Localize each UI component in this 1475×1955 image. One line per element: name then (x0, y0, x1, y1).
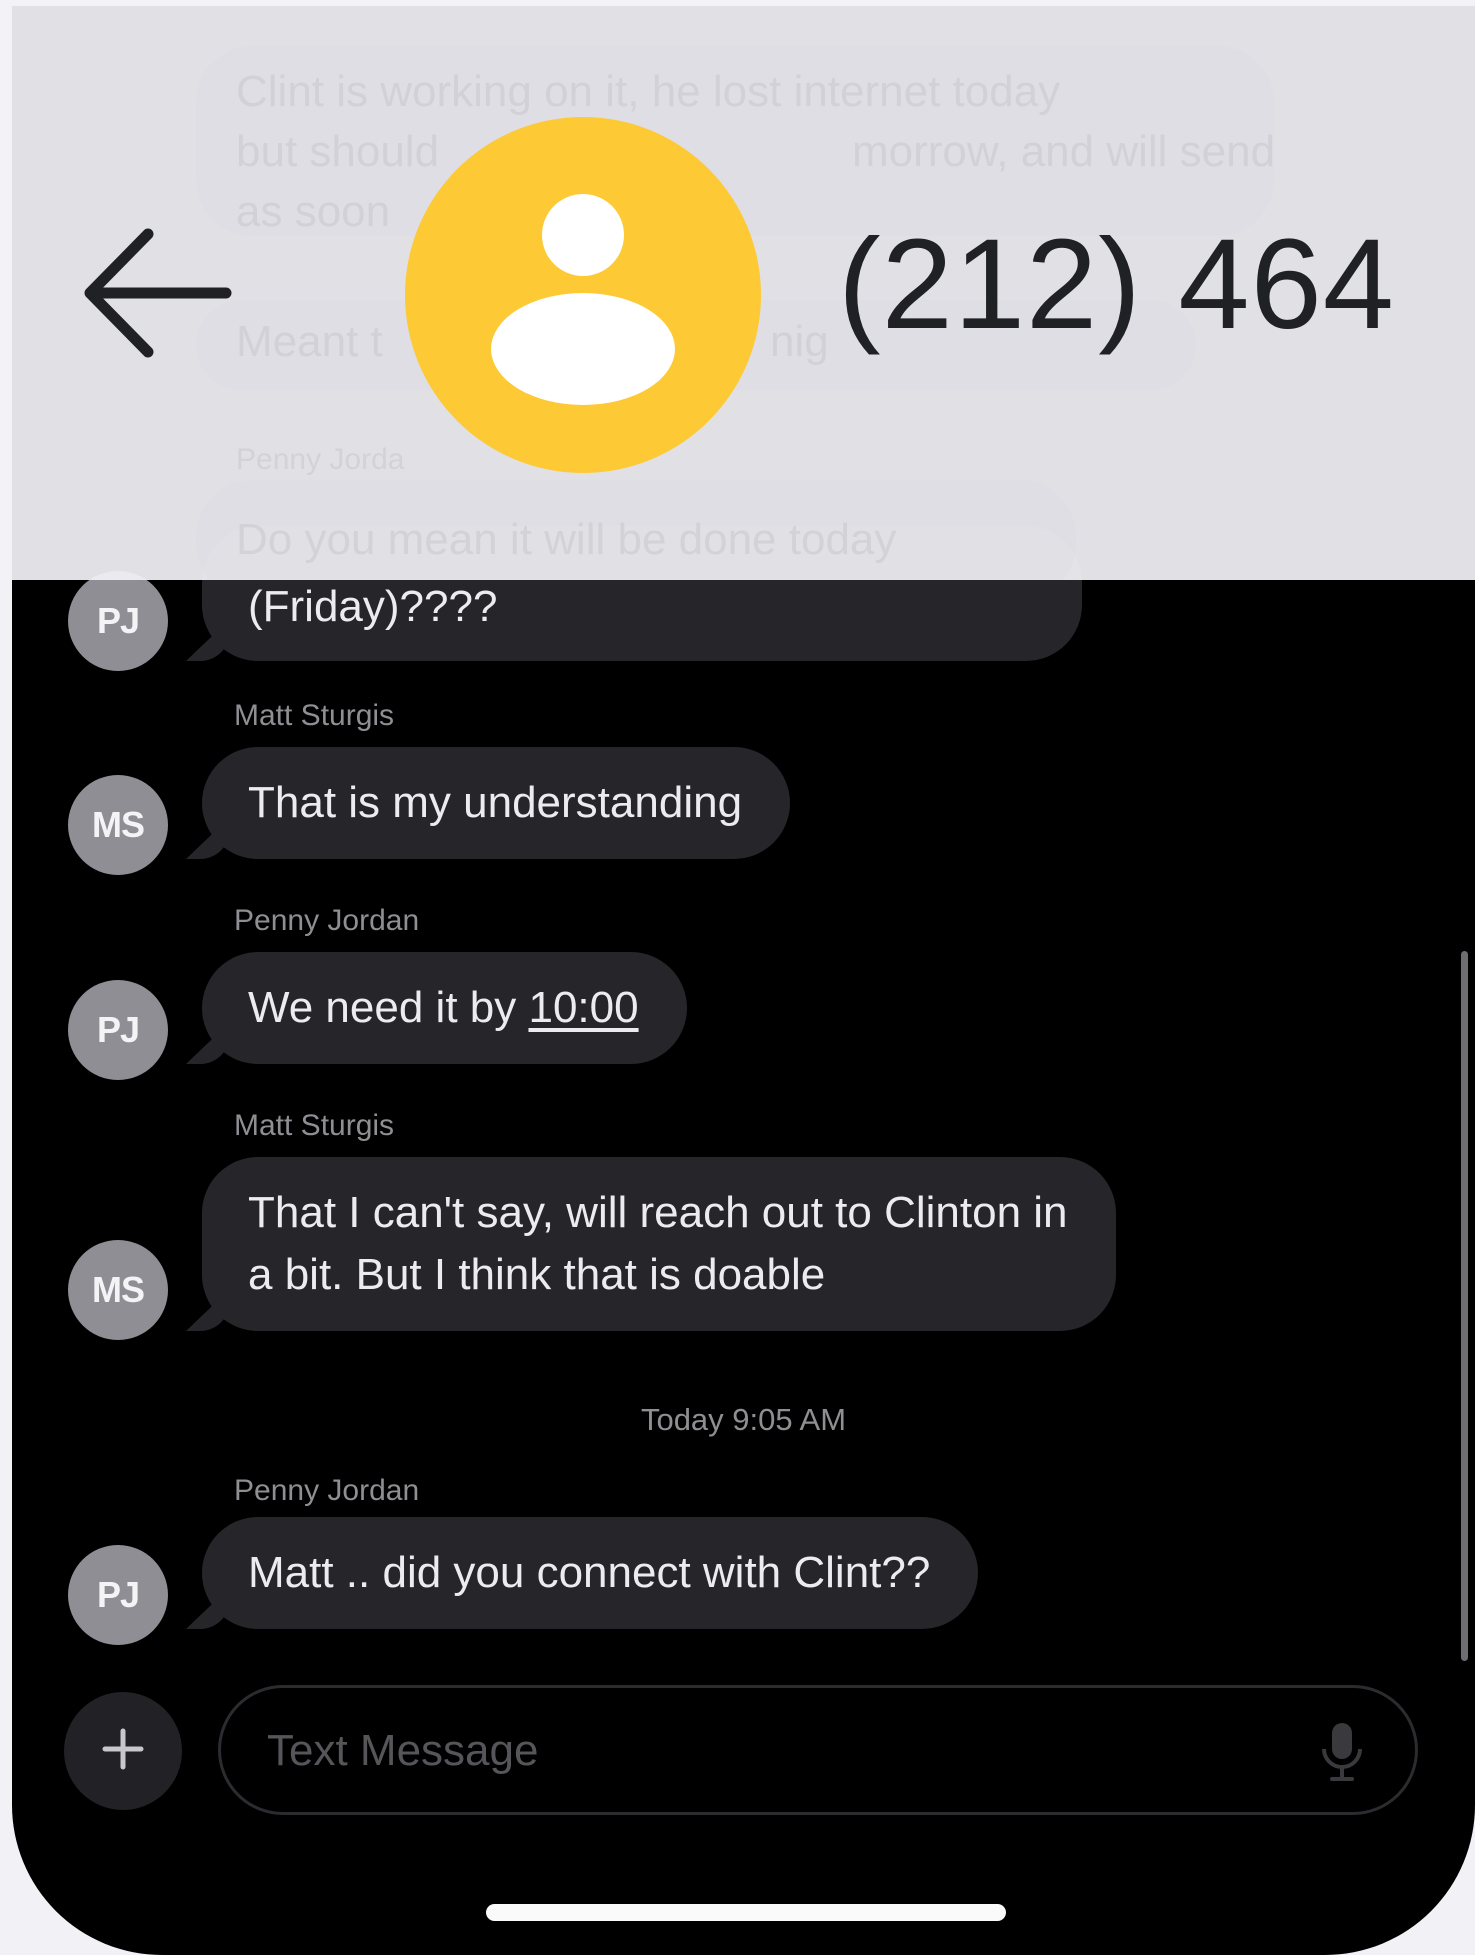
sender-avatar[interactable]: PJ (68, 980, 168, 1080)
sender-avatar[interactable]: PJ (68, 1545, 168, 1645)
ghost-message-text: Clint is working on it, he lost internet… (236, 67, 1061, 116)
contact-title[interactable]: (212) 464 (838, 210, 1395, 360)
message-text: We need it by (248, 983, 529, 1032)
sender-avatar[interactable]: MS (68, 775, 168, 875)
text-message-input[interactable] (265, 1710, 1269, 1792)
ghost-message-text: Do you mean it will be done today (236, 515, 897, 564)
ghost-message-text: nig (770, 317, 829, 366)
contact-avatar[interactable] (405, 117, 761, 473)
message-bubble[interactable]: Matt .. did you connect with Clint?? (186, 1517, 979, 1629)
ghost-message-text: morrow, and will send (852, 127, 1276, 176)
sender-name: Penny Jordan (234, 1474, 420, 1507)
message-bubble[interactable]: That I can't say, will reach out to Clin… (186, 1157, 1116, 1331)
conversation-header: Clint is working on it, he lost internet… (0, 0, 1475, 580)
home-indicator[interactable] (486, 1904, 1006, 1921)
message-text: Matt .. did you connect with Clint?? (248, 1548, 931, 1597)
timestamp: Today 9:05 AM (640, 1402, 847, 1437)
add-attachment-button[interactable] (64, 1692, 182, 1810)
sender-name: Penny Jordan (234, 904, 420, 937)
message-text: (Friday)???? (248, 582, 498, 631)
message-composer[interactable] (218, 1685, 1418, 1815)
message-text-line: a bit. But I think that is doable (248, 1250, 826, 1299)
time-link[interactable]: 10:00 (528, 983, 638, 1032)
microphone-icon[interactable] (1319, 1721, 1365, 1788)
sender-name: Matt Sturgis (234, 1109, 395, 1142)
ghost-message-text: as soon (236, 187, 391, 236)
plus-icon (99, 1725, 147, 1778)
back-arrow-icon[interactable] (78, 218, 234, 373)
sender-avatar[interactable]: MS (68, 1240, 168, 1340)
sender-avatar[interactable]: PJ (68, 571, 168, 671)
sender-name: Matt Sturgis (234, 699, 395, 732)
scrollbar[interactable] (1461, 951, 1468, 1661)
message-bubble[interactable]: We need it by 10:00 (186, 952, 687, 1064)
person-icon (405, 194, 761, 477)
message-text: That is my understanding (248, 778, 743, 827)
message-bubble[interactable]: That is my understanding (186, 747, 791, 859)
ghost-message-text: Meant t (236, 317, 383, 366)
message-text-line: That I can't say, will reach out to Clin… (248, 1188, 1068, 1237)
